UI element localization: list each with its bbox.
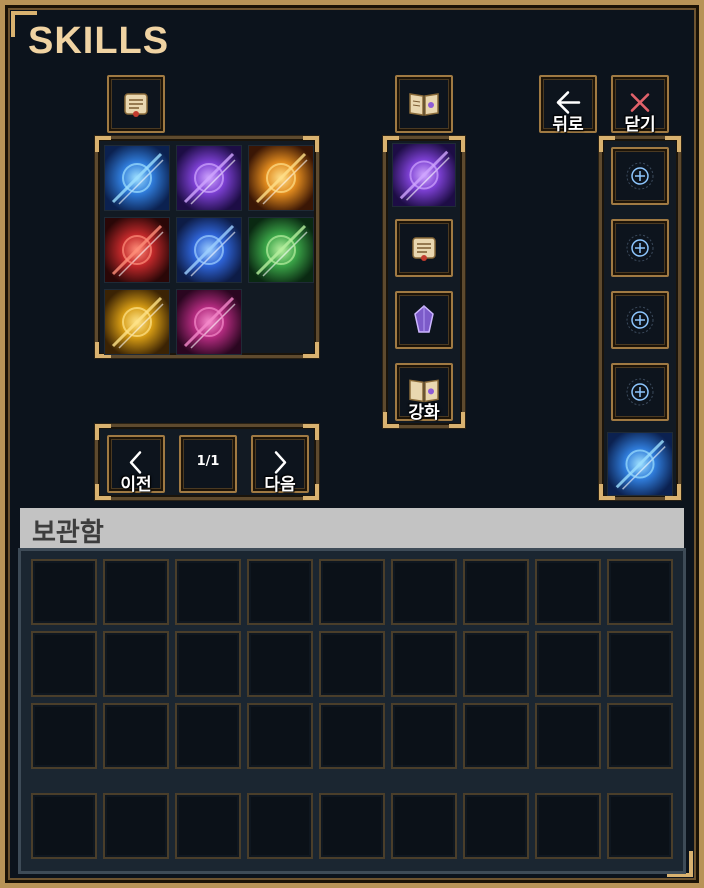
golden-beast-skill-icon[interactable] [248,145,314,211]
blue-slash-skill-icon[interactable] [104,145,170,211]
storage-slot[interactable] [319,703,385,769]
close-button[interactable]: 닫기 [611,75,669,135]
storage-slot[interactable] [247,631,313,697]
crystal-icon [414,304,434,333]
storage-slot[interactable] [463,559,529,625]
storage-slot[interactable] [247,559,313,625]
scroll-icon [412,237,436,261]
plus-circle-icon [626,306,654,334]
arrow-left-icon [556,91,581,114]
storage-slot[interactable] [31,631,97,697]
storage-slot[interactable] [31,559,97,625]
storage-slot[interactable] [247,793,313,859]
storage-slot[interactable] [535,703,601,769]
purple-vortex-skill-icon[interactable] [392,143,456,207]
page-title: SKILLS [28,20,170,62]
magenta-chains-skill-icon[interactable] [176,289,242,355]
storage-header: 보관함 [20,508,684,548]
open-book-icon [409,379,439,403]
storage-slot[interactable] [247,703,313,769]
storage-slot[interactable] [103,703,169,769]
storage-slot[interactable] [535,793,601,859]
next-page-label: 다음 [264,475,296,495]
back-label: 뒤로 [552,115,584,135]
close-icon [630,93,650,112]
storage-slot[interactable] [463,793,529,859]
storage-title: 보관함 [32,518,104,548]
storage-slot[interactable] [319,793,385,859]
red-fist-skill-icon[interactable] [104,217,170,283]
skill-list-panel [95,136,319,358]
equip-slot-empty[interactable] [611,147,669,205]
storage-slot[interactable] [319,631,385,697]
plus-circle-icon [626,234,654,262]
blue-shield-skill-icon[interactable] [176,217,242,283]
storage-slot[interactable] [391,703,457,769]
storage-slot[interactable] [607,631,673,697]
back-button[interactable]: 뒤로 [539,75,597,135]
chevron-left-icon [129,451,142,474]
close-label: 닫기 [624,115,656,135]
storage-slot[interactable] [463,703,529,769]
storage-slot[interactable] [607,703,673,769]
prev-page-label: 이전 [120,475,152,495]
open-book-icon [409,93,439,116]
scroll-icon [124,93,148,117]
storage-slot[interactable] [535,631,601,697]
storage-slot[interactable] [31,703,97,769]
storage-slot[interactable] [391,631,457,697]
chevron-right-icon [274,451,287,474]
storage-slot[interactable] [319,559,385,625]
green-banner-skill-icon[interactable] [248,217,314,283]
blue-slash-skill-icon[interactable] [607,432,673,496]
plus-circle-icon [626,162,654,190]
storage-slot[interactable] [103,559,169,625]
skill-book-scroll-button[interactable] [107,75,165,133]
golden-warrior-skill-icon[interactable] [104,289,170,355]
storage-slot[interactable] [175,793,241,859]
enhance-button[interactable]: 강화 [395,363,453,423]
storage-slot[interactable] [607,559,673,625]
storage-slot[interactable] [391,793,457,859]
enhance-crystal-slot[interactable] [395,291,453,349]
storage-slot[interactable] [103,631,169,697]
equip-slot-empty[interactable] [611,291,669,349]
prev-page-button[interactable]: 이전 [107,435,165,495]
storage-slot[interactable] [463,631,529,697]
enhance-scroll-slot[interactable] [395,219,453,277]
storage-slot[interactable] [31,793,97,859]
storage-slot[interactable] [175,631,241,697]
page-indicator: 1/1 [179,435,237,493]
storage-slot[interactable] [607,793,673,859]
purple-vortex-skill-icon[interactable] [176,145,242,211]
page-indicator-text: 1/1 [196,454,220,469]
storage-slot[interactable] [103,793,169,859]
storage-slot[interactable] [535,559,601,625]
equip-slot-empty[interactable] [611,363,669,421]
storage-slot[interactable] [175,703,241,769]
equip-slot-empty[interactable] [611,219,669,277]
skill-book-button[interactable] [395,75,453,133]
storage-slot[interactable] [391,559,457,625]
storage-grid [18,548,686,874]
storage-slot[interactable] [175,559,241,625]
plus-circle-icon [626,378,654,406]
next-page-button[interactable]: 다음 [251,435,309,495]
enhance-label: 강화 [408,403,440,423]
